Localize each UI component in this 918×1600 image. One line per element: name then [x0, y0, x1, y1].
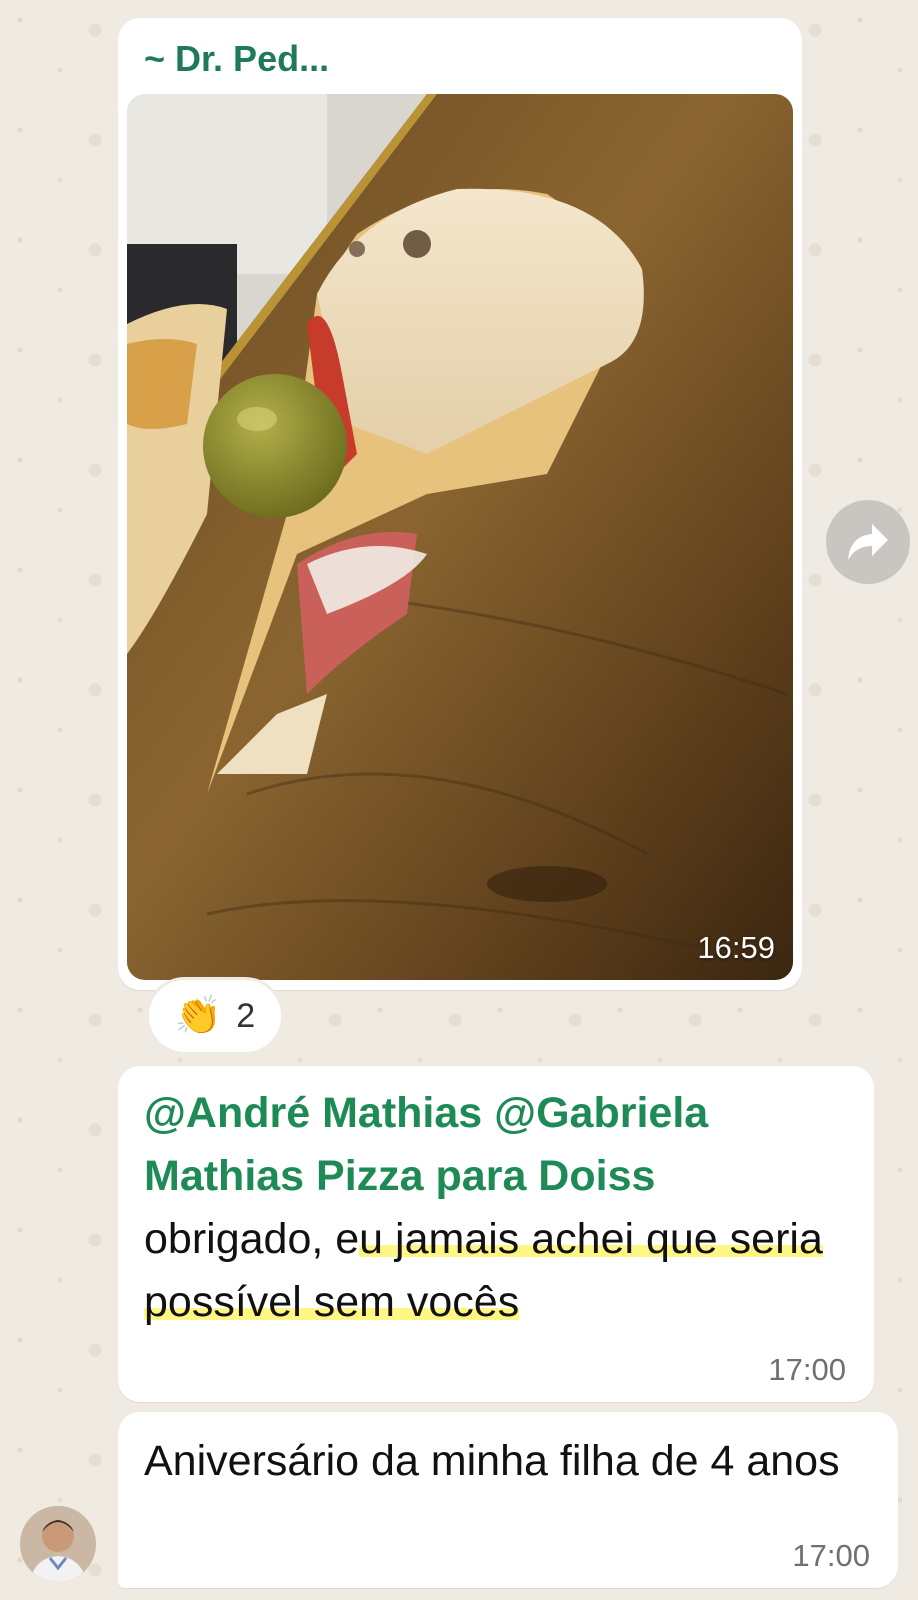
last-message-text: Aniversário da minha filha de 4 anos — [144, 1437, 840, 1485]
reaction-count: 2 — [236, 996, 256, 1035]
mention-andre[interactable]: @André Mathias — [144, 1089, 482, 1137]
last-message-bubble[interactable]: Aniversário da minha filha de 4 anos 17:… — [118, 1412, 898, 1588]
message-text: @André Mathias @Gabriela Mathias Pizza p… — [144, 1082, 844, 1334]
forward-button[interactable] — [826, 500, 910, 584]
text-message-bubble[interactable]: @André Mathias @Gabriela Mathias Pizza p… — [118, 1066, 874, 1402]
pizza-photo[interactable]: 16:59 — [127, 94, 793, 980]
sender-name[interactable]: ~ Dr. Ped... — [144, 38, 329, 80]
last-message-timestamp: 17:00 — [792, 1538, 870, 1573]
photo-timestamp: 16:59 — [697, 930, 775, 965]
clap-emoji: 👏 — [174, 995, 223, 1037]
reaction-chip[interactable]: 👏 2 — [146, 977, 284, 1055]
forward-arrow-icon — [848, 524, 888, 560]
image-message-bubble[interactable]: ~ Dr. Ped... 16:59 — [118, 18, 802, 990]
message-timestamp: 17:00 — [768, 1352, 846, 1387]
message-body: obrigado, e — [144, 1215, 360, 1263]
user-avatar[interactable] — [20, 1506, 96, 1582]
